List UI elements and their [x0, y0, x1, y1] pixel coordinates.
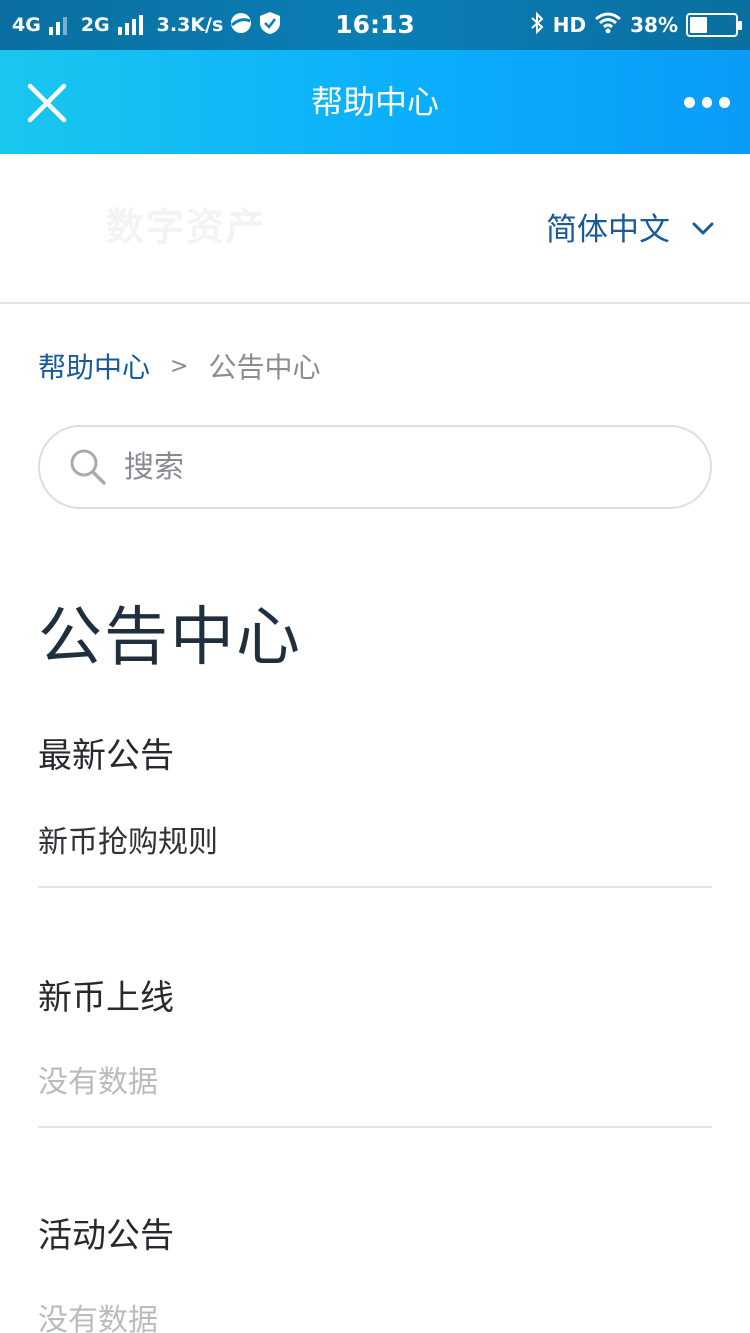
bluetooth-icon: [529, 11, 545, 40]
search-input[interactable]: [124, 441, 684, 493]
section-new-listings: 新币上线 没有数据: [38, 970, 712, 1101]
divider: [38, 1126, 712, 1128]
battery-percent: 38%: [630, 13, 678, 37]
nav-bar: 帮助中心: [0, 50, 750, 154]
section-title[interactable]: 活动公告: [38, 1208, 712, 1257]
divider: [38, 886, 712, 888]
breadcrumb-separator: >: [170, 353, 189, 379]
search-box[interactable]: [38, 425, 712, 509]
section-title[interactable]: 新币上线: [38, 970, 712, 1019]
nav-title: 帮助中心: [310, 83, 439, 121]
empty-state-text: 没有数据: [38, 1303, 158, 1333]
language-selector[interactable]: 简体中文: [546, 204, 714, 249]
hd-label: HD: [552, 13, 587, 37]
chevron-down-icon: [692, 222, 714, 234]
breadcrumb-home-link[interactable]: 帮助中心: [38, 346, 150, 386]
section-activity-announcements: 活动公告 没有数据: [38, 1208, 712, 1333]
brand-logo-text[interactable]: 数字资产: [106, 196, 266, 251]
status-right: HD 38%: [529, 0, 742, 50]
breadcrumb: 帮助中心 > 公告中心: [38, 346, 320, 386]
search-icon: [68, 447, 108, 491]
battery-icon: [686, 13, 742, 37]
site-header: 数字资产 简体中文: [0, 154, 750, 304]
breadcrumb-current: 公告中心: [208, 351, 321, 384]
announcement-link[interactable]: 新币抢购规则: [38, 817, 712, 861]
section-latest-announcements: 最新公告 新币抢购规则: [38, 728, 712, 861]
battery-fill: [690, 17, 707, 33]
language-label: 简体中文: [546, 212, 670, 248]
status-bar: 4G 2G 3.3K/s 16:13 HD 38%: [0, 0, 750, 50]
section-title[interactable]: 最新公告: [38, 728, 712, 777]
wifi-icon: [594, 12, 622, 39]
more-options-icon[interactable]: [684, 94, 731, 110]
empty-state-text: 没有数据: [38, 1065, 158, 1100]
page-title: 公告中心: [38, 601, 302, 675]
